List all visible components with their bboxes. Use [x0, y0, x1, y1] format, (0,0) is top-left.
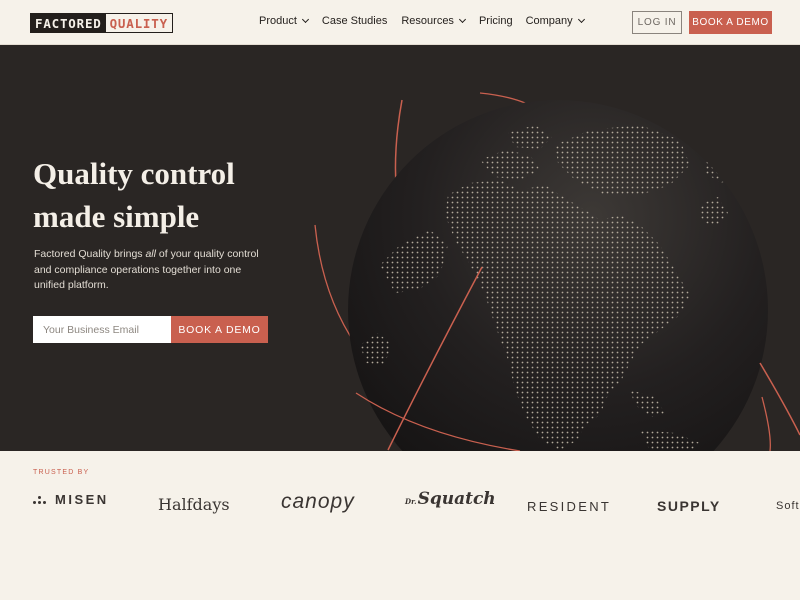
- hero-section: Quality control made simple Factored Qua…: [0, 45, 800, 451]
- brand-logo-canopy: canopy: [281, 490, 355, 513]
- chevron-down-icon: [458, 15, 466, 24]
- brand-logo-supply: SUPPLY: [657, 498, 721, 514]
- hero-text-start: Factored Quality brings: [34, 248, 146, 260]
- nav-label-product: Product: [259, 15, 297, 27]
- login-button[interactable]: LOG IN: [632, 11, 682, 34]
- hero-description: Factored Quality brings all of your qual…: [34, 247, 259, 294]
- brand-name-squatch-prefix: Dr.: [405, 497, 417, 506]
- nav-label-case-studies: Case Studies: [321, 15, 388, 27]
- misen-dots-icon: [33, 495, 49, 505]
- hero-title-line-2: made simple: [33, 199, 200, 234]
- chevron-down-icon: [301, 15, 309, 24]
- nav-item-pricing[interactable]: Pricing: [479, 15, 513, 27]
- nav-label-resources: Resources: [401, 15, 454, 27]
- brand-logo-halfdays: Halfdays: [158, 495, 230, 514]
- hero-book-demo-button[interactable]: BOOK A DEMO: [171, 316, 268, 343]
- business-email-input[interactable]: [33, 316, 171, 343]
- logo-text-quality: QUALITY: [105, 14, 172, 32]
- nav-item-company[interactable]: Company: [525, 15, 585, 27]
- nav-label-pricing: Pricing: [478, 15, 513, 27]
- brand-logo-soft: Soft: [776, 500, 800, 512]
- orbit-arc: [761, 396, 771, 451]
- brand-logo-dr-squatch: Dr.Squatch: [405, 489, 496, 509]
- hero-title: Quality control made simple: [33, 152, 333, 238]
- book-demo-button[interactable]: BOOK A DEMO: [689, 11, 772, 34]
- brand-name-misen: MISEN: [55, 492, 109, 507]
- hero-text-emphasis: all: [145, 248, 156, 260]
- trusted-by-label: TRUSTED BY: [33, 469, 90, 476]
- orbit-arc: [759, 362, 800, 436]
- hero-title-line-1: Quality control: [33, 156, 235, 191]
- brand-logo-resident: RESIDENT: [527, 499, 612, 514]
- main-nav: Product Case Studies Resources Pricing C…: [259, 15, 585, 27]
- chevron-down-icon: [577, 15, 585, 24]
- nav-item-resources[interactable]: Resources: [401, 15, 466, 27]
- nav-item-product[interactable]: Product: [259, 15, 309, 27]
- brand-logo-misen: MISEN: [33, 492, 109, 507]
- logo-text-factored: FACTORED: [31, 14, 106, 32]
- nav-label-company: Company: [525, 15, 573, 27]
- logo[interactable]: FACTORED QUALITY: [30, 13, 173, 33]
- brand-name-squatch: Squatch: [417, 489, 496, 509]
- nav-item-case-studies[interactable]: Case Studies: [322, 15, 387, 27]
- site-header: FACTORED QUALITY Product Case Studies Re…: [0, 0, 800, 45]
- email-signup-form: BOOK A DEMO: [33, 316, 268, 343]
